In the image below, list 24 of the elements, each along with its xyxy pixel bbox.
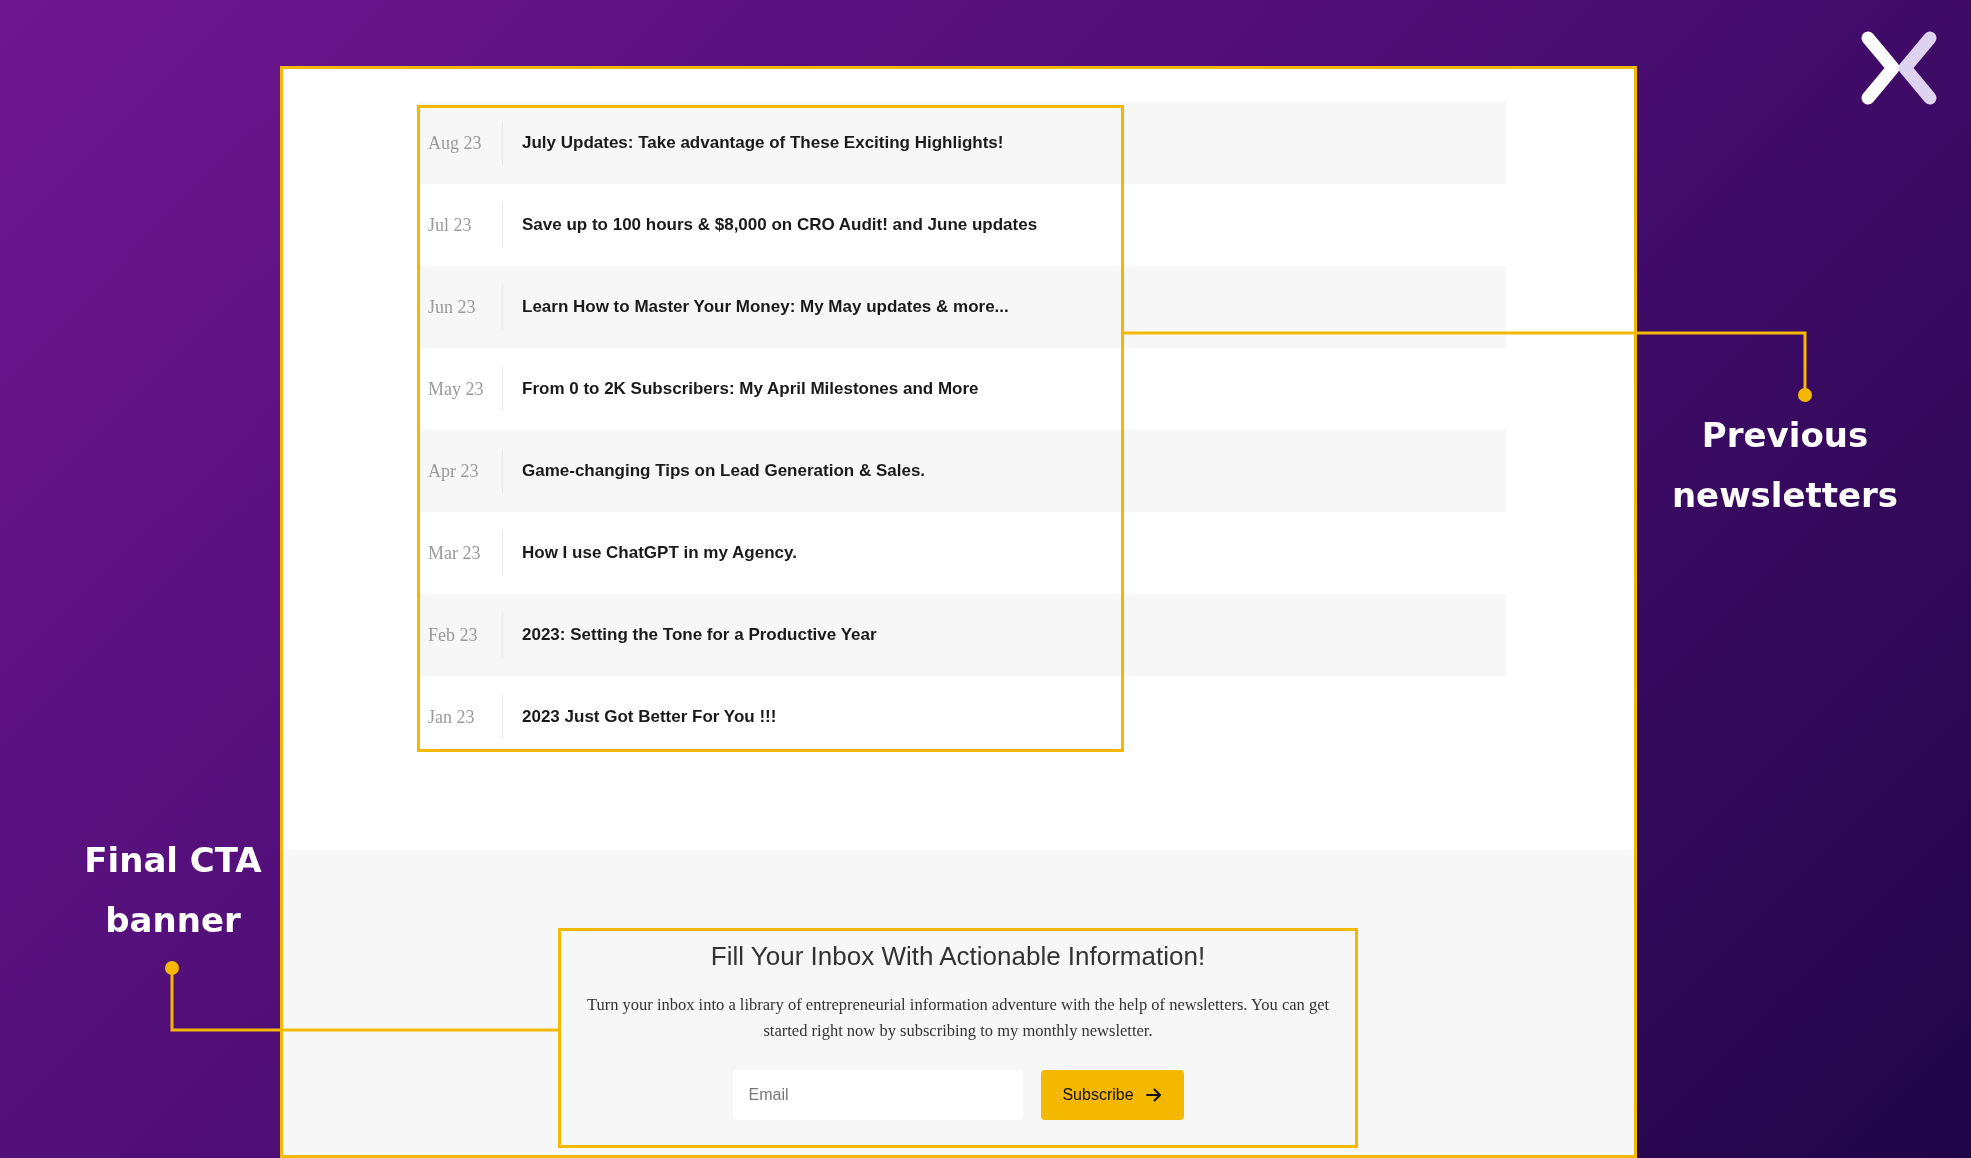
newsletter-link[interactable]: 2023: Setting the Tone for a Productive Year (522, 625, 877, 645)
newsletter-link[interactable]: July Updates: Take advantage of These Exciting Highlights! (522, 133, 1004, 153)
annotation-label: Final CTA banner (83, 839, 263, 942)
logo-icon (1859, 30, 1939, 106)
newsletter-date: Apr 23 (417, 449, 503, 493)
newsletter-date: Mar 23 (417, 531, 503, 575)
annotation-label: Previous newsletters (1670, 414, 1900, 517)
newsletter-date: Jul 23 (417, 203, 503, 247)
cta-heading: Fill Your Inbox With Actionable Information! (710, 941, 1206, 972)
cta-description: Turn your inbox into a library of entrepreneurial information adventure with the help of newsletters. You can get started right now by subscribing to my monthly newsletter. (585, 994, 1331, 1042)
newsletter-link[interactable]: Game-changing Tips on Lead Generation & Sales. (522, 461, 926, 481)
newsletter-date: Jan 23 (417, 695, 503, 739)
newsletter-date: Jun 23 (417, 285, 503, 329)
newsletter-date: Feb 23 (417, 613, 503, 657)
subscribe-button[interactable]: Subscribe (1040, 1070, 1184, 1120)
newsletter-date: May 23 (417, 367, 503, 411)
newsletter-link[interactable]: From 0 to 2K Subscribers: My April Milestones and More (522, 379, 979, 399)
newsletter-link[interactable]: 2023 Just Got Better For You !!! (522, 707, 777, 727)
newsletter-link[interactable]: How I use ChatGPT in my Agency. (522, 543, 797, 563)
email-field[interactable]: Email (732, 1070, 1023, 1120)
newsletter-link[interactable]: Save up to 100 hours & $8,000 on CRO Audit! and June updates (522, 215, 1038, 235)
newsletter-date: Aug 23 (417, 121, 503, 165)
arrow-icon (1145, 1088, 1162, 1102)
newsletter-link[interactable]: Learn How to Master Your Money: My May updates & more... (522, 297, 1009, 317)
